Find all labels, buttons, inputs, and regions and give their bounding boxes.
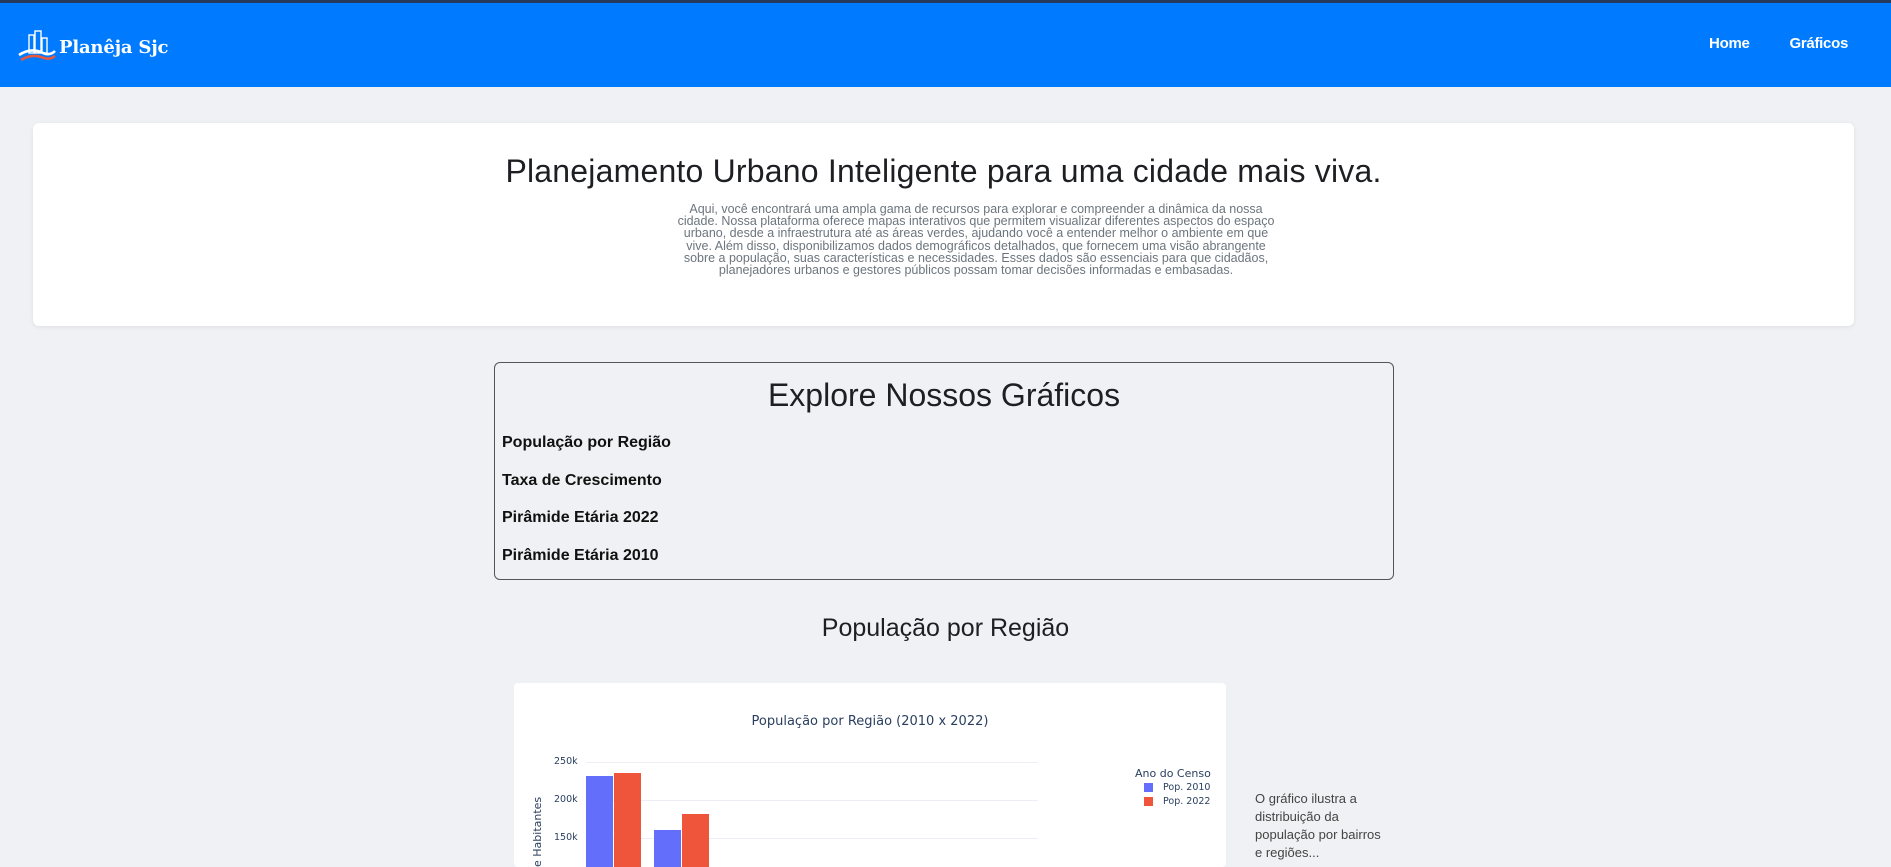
legend-swatch-2010 bbox=[1144, 782, 1153, 792]
chart-description: O gráfico ilustra a distribuição da popu… bbox=[1255, 791, 1381, 860]
legend-item-2022[interactable]: Pop. 2022 bbox=[1144, 795, 1210, 807]
brand[interactable]: Planêja Sjc bbox=[17, 27, 168, 67]
nav-home-link[interactable]: Home bbox=[1709, 35, 1750, 52]
explore-title: Explore Nossos Gráficos bbox=[767, 377, 1121, 413]
section-title: População por Região bbox=[821, 614, 1070, 642]
population-chart-card[interactable]: População por Região (2010 x 2022) Ano d… bbox=[514, 683, 1226, 867]
bar-pop-2010-1[interactable] bbox=[586, 775, 613, 867]
bar-pop-2010-2[interactable] bbox=[654, 830, 681, 867]
legend-item-2010[interactable]: Pop. 2010 bbox=[1144, 781, 1210, 793]
y-tick-label: 200k bbox=[554, 794, 578, 805]
legend-title: Ano do Censo bbox=[1135, 767, 1211, 780]
nav-graficos-link[interactable]: Gráficos bbox=[1790, 35, 1849, 52]
explore-link-populacao-regiao[interactable]: População por Região bbox=[502, 433, 671, 471]
hero-description: Aqui, você encontrará uma ampla gama de … bbox=[677, 202, 1275, 278]
grid-line bbox=[586, 800, 1038, 801]
chart-title: População por Região (2010 x 2022) bbox=[751, 714, 989, 729]
bar-pop-2022-1[interactable] bbox=[614, 772, 641, 867]
navbar: Planêja Sjc Home Gráficos bbox=[0, 3, 1891, 87]
explore-link-taxa-crescimento[interactable]: Taxa de Crescimento bbox=[502, 471, 671, 509]
grid-line bbox=[586, 762, 1038, 763]
legend-label-2022: Pop. 2022 bbox=[1163, 795, 1211, 807]
y-axis-title: e Habitantes bbox=[531, 796, 544, 867]
brand-name: Planêja Sjc bbox=[59, 36, 169, 58]
hero-title: Planejamento Urbano Inteligente para uma… bbox=[505, 153, 1382, 189]
explore-link-piramide-2022[interactable]: Pirâmide Etária 2022 bbox=[502, 508, 671, 546]
explore-link-piramide-2010[interactable]: Pirâmide Etária 2010 bbox=[502, 546, 671, 584]
city-logo-icon bbox=[18, 30, 56, 62]
bar-pop-2022-2[interactable] bbox=[682, 814, 709, 867]
explore-charts-box: Explore Nossos Gráficos População por Re… bbox=[494, 362, 1394, 580]
legend-swatch-2022 bbox=[1144, 796, 1153, 806]
explore-list: População por Região Taxa de Crescimento… bbox=[502, 433, 671, 583]
nav-links: Home Gráficos bbox=[1709, 35, 1848, 52]
legend-label-2010: Pop. 2010 bbox=[1163, 781, 1211, 793]
y-tick-label: 250k bbox=[554, 756, 578, 767]
hero-card: Planejamento Urbano Inteligente para uma… bbox=[33, 123, 1854, 326]
y-tick-label: 150k bbox=[554, 832, 578, 843]
